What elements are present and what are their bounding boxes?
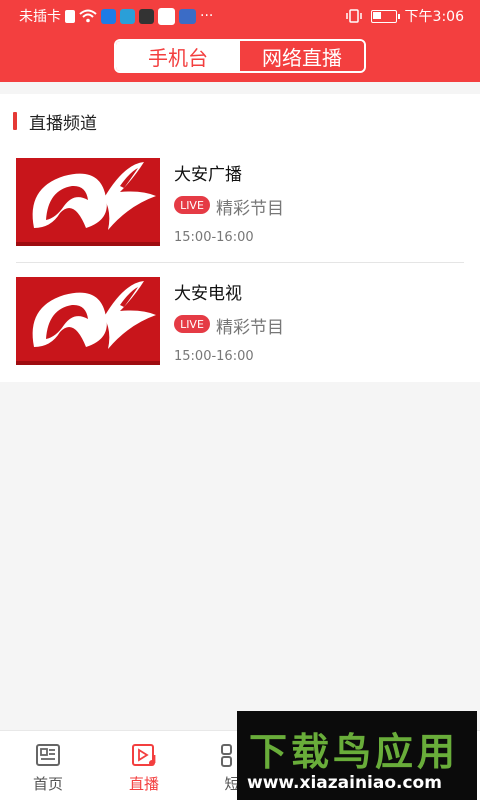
divider <box>16 262 464 263</box>
program-time: 15:00-16:00 <box>174 230 254 245</box>
channel-type-switch: 手机台 网络直播 <box>114 39 366 73</box>
wifi-icon <box>79 9 97 23</box>
nav-item-live[interactable]: 直播 <box>96 741 192 794</box>
status-bar: 未插卡 ··· 下午3:06 <box>0 0 480 30</box>
tab-mobile-station[interactable]: 手机台 <box>116 41 240 71</box>
app-notification-icon <box>179 8 196 24</box>
sim-icon <box>65 9 75 23</box>
nav-label: 直播 <box>128 775 159 793</box>
news-icon <box>36 744 60 766</box>
battery-icon <box>370 9 400 23</box>
more-notifications-icon: ··· <box>200 8 214 24</box>
watermark-title: 下载鸟应用 <box>249 730 460 774</box>
app-notification-icon <box>158 7 175 25</box>
app-notification-icon <box>139 8 154 24</box>
watermark-url: www.xiazainiao.com <box>247 773 442 793</box>
watermark: 下载鸟应用 www.xiazainiao.com <box>237 711 477 800</box>
channel-item[interactable]: 大安电视 LIVE 精彩节目 15:00-16:00 <box>16 277 464 377</box>
channel-logo-icon <box>32 281 156 349</box>
live-badge: LIVE <box>174 196 210 214</box>
nav-label: 首页 <box>32 775 63 793</box>
app-notification-icon <box>101 8 116 24</box>
program-name: 精彩节目 <box>216 318 284 338</box>
channel-thumbnail <box>16 277 160 365</box>
section-header: 直播频道 <box>13 110 97 134</box>
live-play-icon <box>132 744 156 766</box>
tab-online-live[interactable]: 网络直播 <box>240 41 364 71</box>
channel-logo-icon <box>32 162 156 230</box>
section-title: 直播频道 <box>29 113 97 134</box>
app-notification-icon <box>120 8 135 24</box>
section-accent-bar <box>13 112 17 130</box>
app-header: 未插卡 ··· 下午3:06 手机台 网络直播 <box>0 0 480 82</box>
nav-item-home[interactable]: 首页 <box>0 741 96 794</box>
program-name: 精彩节目 <box>216 199 284 219</box>
carrier-text: 未插卡 <box>19 9 61 25</box>
program-time: 15:00-16:00 <box>174 349 254 364</box>
channel-name: 大安电视 <box>174 284 242 304</box>
channel-name: 大安广播 <box>174 165 242 185</box>
vibrate-icon <box>345 9 362 23</box>
live-badge: LIVE <box>174 315 210 333</box>
channel-thumbnail <box>16 158 160 246</box>
clock: 下午3:06 <box>404 9 464 25</box>
channel-item[interactable]: 大安广播 LIVE 精彩节目 15:00-16:00 <box>16 158 464 258</box>
